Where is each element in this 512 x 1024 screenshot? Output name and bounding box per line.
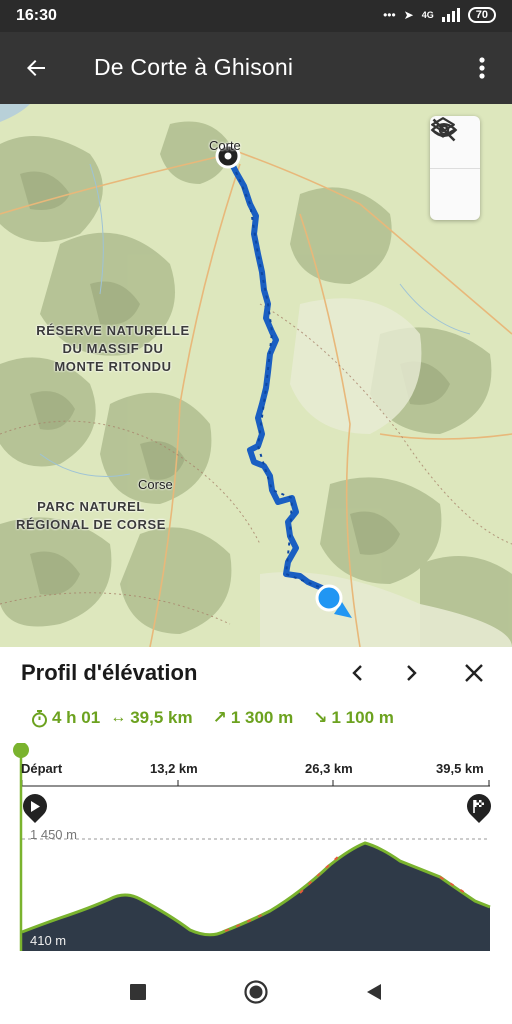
more-options-button[interactable] xyxy=(470,54,494,82)
km-tick-start: Départ xyxy=(21,761,63,776)
km-tick-2: 26,3 km xyxy=(305,761,353,776)
triangle-back-icon xyxy=(367,984,381,1000)
visibility-toggle-button[interactable] xyxy=(430,118,480,220)
battery-icon: 70 xyxy=(467,7,496,23)
status-bar: 16:30 ••• ➤ 4G 70 xyxy=(0,0,512,32)
ascent-stat: ↗ 1 300 m xyxy=(213,708,294,728)
map-controls xyxy=(430,116,480,220)
back-button[interactable] xyxy=(18,52,54,84)
descent-stat: ↘ 1 100 m xyxy=(313,708,394,728)
home-button[interactable] xyxy=(240,976,272,1008)
km-tick-end: 39,5 km xyxy=(436,761,484,776)
recents-button[interactable] xyxy=(122,976,154,1008)
altitude-min-label: 410 m xyxy=(30,933,67,948)
descent-icon: ↘ xyxy=(313,708,328,727)
home-circle-icon xyxy=(244,980,268,1004)
close-button[interactable] xyxy=(458,657,490,689)
km-tick-1: 13,2 km xyxy=(150,761,198,776)
descent-value: 1 100 m xyxy=(331,708,394,727)
duration-stat: 4 h 01 xyxy=(31,708,100,728)
stopwatch-icon xyxy=(32,709,47,727)
chevron-left-icon xyxy=(352,665,362,681)
previous-button[interactable] xyxy=(342,657,374,689)
distance-icon: ↔ xyxy=(110,709,127,726)
chevron-right-icon xyxy=(407,665,417,681)
more-dots-icon: ••• xyxy=(383,8,396,22)
duration-value: 4 h 01 xyxy=(52,708,101,727)
next-button[interactable] xyxy=(395,657,427,689)
page-title: De Corte à Ghisoni xyxy=(94,54,294,80)
location-arrow-icon: ➤ xyxy=(403,8,414,22)
elevation-profile-chart[interactable]: Départ 13,2 km 26,3 km 39,5 km 1 450 m 4… xyxy=(0,743,512,960)
distance-value: 39,5 km xyxy=(130,708,193,727)
ascent-value: 1 300 m xyxy=(230,708,294,727)
map-label-reserve: RÉSERVE NATURELLE DU MASSIF DU MONTE RIT… xyxy=(36,323,190,374)
map-label-corte: Corte xyxy=(209,138,241,153)
more-vertical-icon xyxy=(479,57,485,79)
status-icons: ••• ➤ 4G 70 xyxy=(383,7,496,23)
system-back-button[interactable] xyxy=(358,976,390,1008)
app-bar: De Corte à Ghisoni xyxy=(0,32,512,104)
distance-stat: ↔ 39,5 km xyxy=(110,708,192,728)
close-icon xyxy=(465,664,483,682)
system-nav-bar xyxy=(0,960,512,1024)
route-stats: 4 h 01 ↔ 39,5 km ↗ 1 300 m ↘ 1 100 m xyxy=(31,708,394,728)
square-icon xyxy=(130,984,146,1000)
start-flag-icon xyxy=(22,794,48,829)
map-view[interactable]: Corte RÉSERVE NATURELLE DU MASSIF DU MON… xyxy=(0,104,512,647)
status-time: 16:30 xyxy=(16,7,57,24)
ascent-icon: ↗ xyxy=(212,708,227,727)
arrow-left-icon xyxy=(27,60,45,76)
altitude-max-label: 1 450 m xyxy=(30,827,77,842)
elevation-title: Profil d'élévation xyxy=(21,660,198,685)
map-label-parc: PARC NATUREL RÉGIONAL DE CORSE xyxy=(15,499,167,532)
network-type: 4G xyxy=(421,10,434,20)
elevation-sheet: Profil d'élévation 4 h 01 ↔ 39,5 km ↗ 1 xyxy=(0,647,512,960)
signal-icon xyxy=(441,8,460,22)
finish-flag-icon xyxy=(466,794,492,829)
map-label-corse: Corse xyxy=(138,477,173,492)
eye-off-icon xyxy=(430,118,458,142)
